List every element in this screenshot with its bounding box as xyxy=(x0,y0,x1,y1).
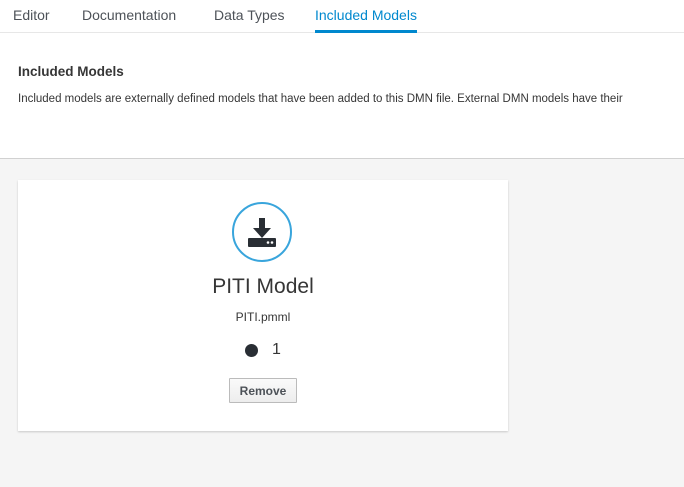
model-file-name: PITI.pmml xyxy=(235,310,291,324)
page-header: Included Models Included models are exte… xyxy=(0,33,684,159)
included-model-card: PITI Model PITI.pmml 1 Remove xyxy=(18,180,508,431)
tab-bar: Editor Documentation Data Types Included… xyxy=(0,0,684,33)
tab-data-types[interactable]: Data Types xyxy=(214,7,285,33)
tab-included-models[interactable]: Included Models xyxy=(315,7,417,33)
model-name: PITI Model xyxy=(212,275,314,298)
drg-element-dot-icon xyxy=(245,344,258,357)
element-count: 1 xyxy=(272,341,281,358)
page-title: Included Models xyxy=(18,64,124,79)
tab-documentation[interactable]: Documentation xyxy=(82,7,176,33)
model-icon-circle xyxy=(232,202,292,262)
download-icon xyxy=(248,218,276,247)
tab-editor[interactable]: Editor xyxy=(13,7,50,33)
remove-button[interactable]: Remove xyxy=(229,378,297,403)
page-description: Included models are externally defined m… xyxy=(18,93,623,105)
